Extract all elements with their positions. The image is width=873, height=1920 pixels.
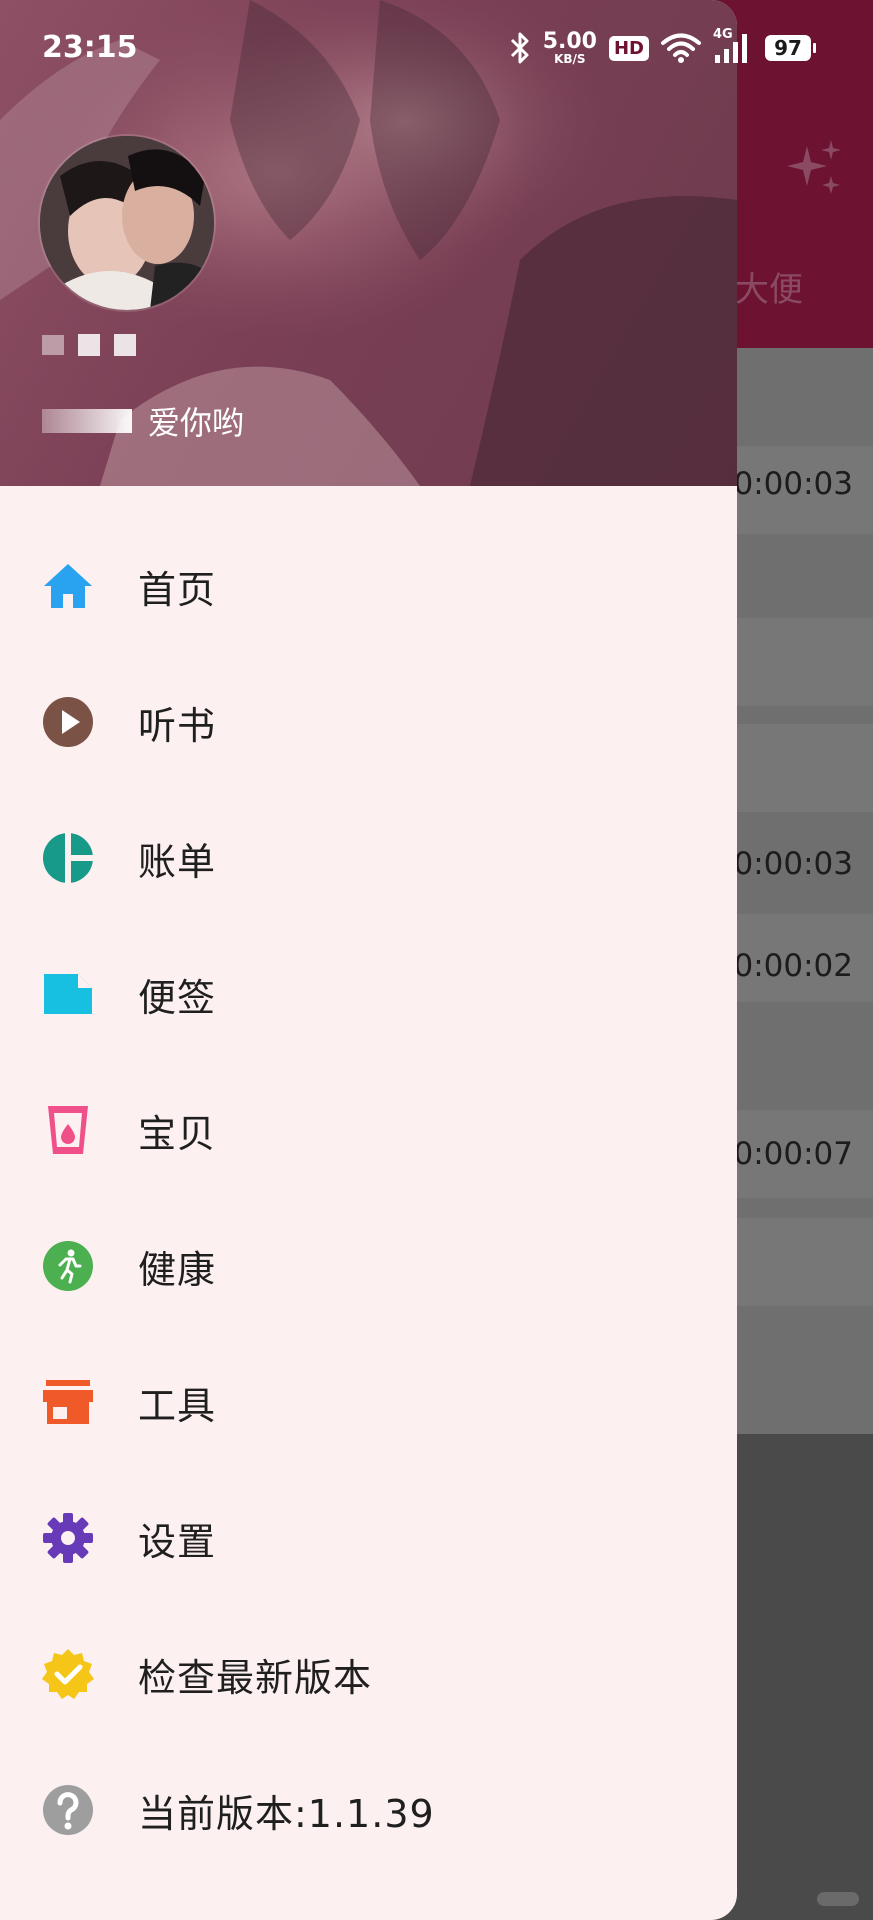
menu-item-check-update[interactable]: 检查最新版本 (0, 1614, 737, 1734)
sparkle-icon[interactable] (785, 138, 845, 198)
menu-item-current-version[interactable]: 当前版本:1.1.39 (0, 1750, 737, 1870)
menu-item-label: 首页 (138, 567, 217, 612)
menu-item-home[interactable]: 首页 (0, 526, 737, 646)
watermark (817, 1892, 859, 1906)
menu-item-label: 设置 (138, 1519, 217, 1564)
menu-item-label: 检查最新版本 (138, 1655, 373, 1700)
pie-chart-icon (43, 832, 94, 884)
menu-item-bills[interactable]: 账单 (0, 798, 737, 918)
profile-motto: 爱你哟 (148, 404, 245, 442)
verified-badge-icon (42, 1649, 94, 1699)
navigation-drawer: 爱你哟 首页 听书 账单 便签 宝贝 健康 工具 设置 检查最新版本 当前版本:… (0, 0, 737, 1920)
battery-indicator: 97 (765, 35, 816, 61)
status-icons: 5.00 KB/S HD 4G 97 (509, 27, 816, 68)
background-row-time: 0:00:02 (733, 948, 853, 984)
store-icon (43, 1380, 93, 1424)
menu-item-notes[interactable]: 便签 (0, 934, 737, 1054)
menu-item-label: 当前版本:1.1.39 (138, 1791, 435, 1836)
background-tab[interactable]: 大便 (735, 262, 803, 311)
menu-item-label: 宝贝 (138, 1111, 217, 1156)
profile-subline: 爱你哟 (42, 398, 244, 444)
gear-icon (43, 1513, 93, 1563)
menu-item-tools[interactable]: 工具 (0, 1342, 737, 1462)
background-row-time: 0:00:03 (733, 466, 853, 502)
menu-item-label: 听书 (138, 703, 217, 748)
avatar[interactable] (40, 136, 214, 310)
note-icon (44, 974, 92, 1014)
cellular-signal-icon: 4G (713, 27, 753, 65)
background-row-time: 0:00:07 (733, 1136, 853, 1172)
play-circle-icon (43, 697, 93, 747)
menu-item-label: 健康 (138, 1247, 217, 1292)
pixelated-text (42, 409, 132, 433)
menu-item-label: 便签 (138, 975, 217, 1020)
status-clock: 23:15 (42, 30, 138, 65)
help-icon (43, 1785, 93, 1835)
menu-item-baby[interactable]: 宝贝 (0, 1070, 737, 1190)
menu-item-label: 账单 (138, 839, 217, 884)
menu-item-label: 工具 (138, 1383, 217, 1428)
network-speed: 5.00 KB/S (542, 29, 597, 66)
menu-item-settings[interactable]: 设置 (0, 1478, 737, 1598)
hd-badge: HD (608, 35, 649, 61)
wifi-icon (661, 33, 701, 63)
username-pixelated (42, 334, 136, 356)
menu-item-health[interactable]: 健康 (0, 1206, 737, 1326)
running-icon (43, 1241, 93, 1291)
background-row-time: 0:00:03 (733, 846, 853, 882)
bluetooth-icon (510, 32, 529, 64)
baby-cup-icon (48, 1106, 88, 1154)
status-bar: 23:15 5.00 KB/S HD 4G 97 (0, 0, 873, 100)
home-icon (44, 564, 92, 608)
menu-item-audiobook[interactable]: 听书 (0, 662, 737, 782)
